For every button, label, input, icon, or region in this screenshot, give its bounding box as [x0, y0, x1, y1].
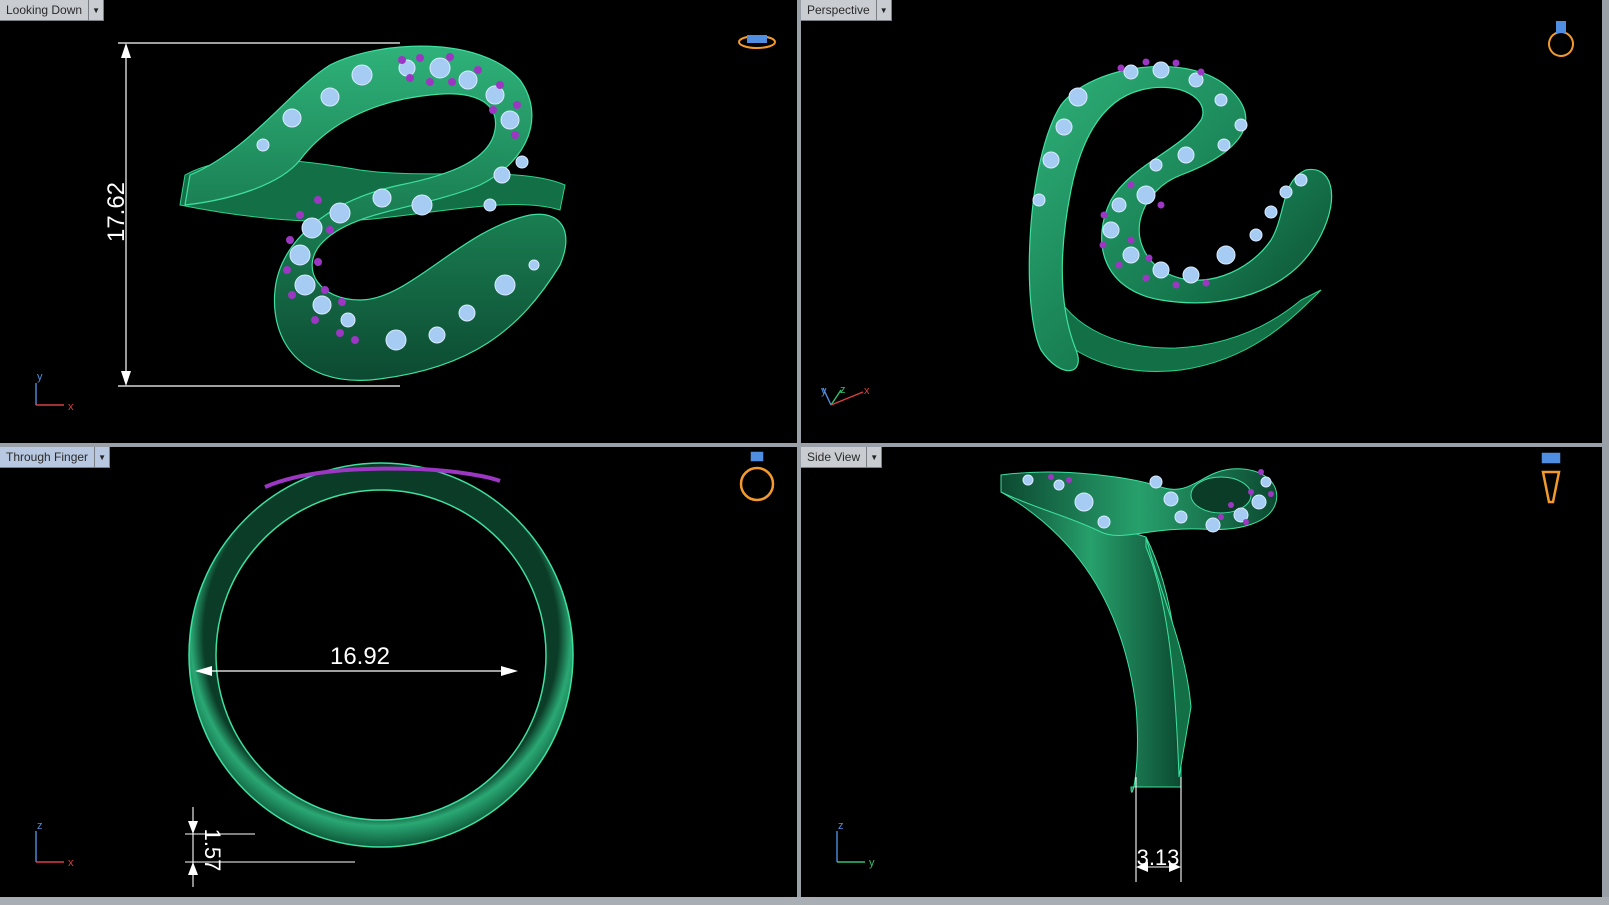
viewport-title: Side View: [807, 450, 861, 464]
dimension-main-label: 16.92: [330, 643, 390, 670]
axis-widget: y x: [35, 371, 74, 413]
axis-x-label: x: [68, 857, 74, 869]
front-view-scene: 16.92 1.57 z x: [35, 451, 775, 887]
viewport-front[interactable]: Through Finger ▼ 16.92 1.57 z x: [0, 447, 797, 897]
axis-z-label: z: [840, 384, 846, 396]
ring-view-icon[interactable]: [1541, 452, 1561, 504]
side-view-scene: 3.13 z y: [836, 452, 1561, 882]
viewport-perspective[interactable]: Perspective ▼ y z x: [801, 0, 1602, 443]
axis-widget: y z x: [821, 384, 870, 406]
viewport-tab-perspective[interactable]: Perspective ▼: [801, 0, 892, 21]
chevron-down-icon[interactable]: ▼: [875, 0, 891, 20]
dimension-label: 17.62: [103, 182, 130, 242]
viewport-title: Looking Down: [6, 3, 83, 17]
chevron-down-icon[interactable]: ▼: [88, 0, 103, 20]
axis-y-label: y: [37, 371, 43, 383]
axis-y-label: y: [869, 857, 875, 869]
axis-x-label: x: [864, 385, 870, 397]
viewport-title: Perspective: [807, 3, 870, 17]
viewport-tab-side[interactable]: Side View ▼: [801, 447, 883, 468]
dimension-label: 3.13: [1137, 845, 1180, 870]
axis-widget: z y: [836, 820, 875, 869]
viewport-side[interactable]: Side View ▼ 3.13 z y: [801, 447, 1602, 897]
viewport-title: Through Finger: [6, 450, 89, 464]
axis-y-label: y: [821, 385, 827, 397]
ring-view-icon[interactable]: [1545, 21, 1578, 60]
status-strip: [0, 897, 1609, 905]
axis-z-label: z: [37, 820, 43, 832]
axis-x-label: x: [68, 401, 74, 413]
viewport-top[interactable]: Looking Down ▼ 17.62 y x: [0, 0, 797, 443]
perspective-scene: y z x: [821, 21, 1578, 406]
ring-shank: [1000, 491, 1182, 793]
viewport-tab-front[interactable]: Through Finger ▼: [0, 447, 111, 468]
top-view-scene: 17.62 y x: [35, 35, 776, 413]
dimension-small-label: 1.57: [200, 829, 225, 872]
axis-widget: z x: [35, 820, 74, 869]
chevron-down-icon[interactable]: ▼: [94, 447, 109, 467]
viewport-tab-top[interactable]: Looking Down ▼: [0, 0, 105, 21]
ring-view-icon[interactable]: [738, 35, 776, 49]
ring-view-icon[interactable]: [739, 451, 775, 502]
axis-z-label: z: [838, 820, 844, 832]
chevron-down-icon[interactable]: ▼: [866, 447, 881, 467]
